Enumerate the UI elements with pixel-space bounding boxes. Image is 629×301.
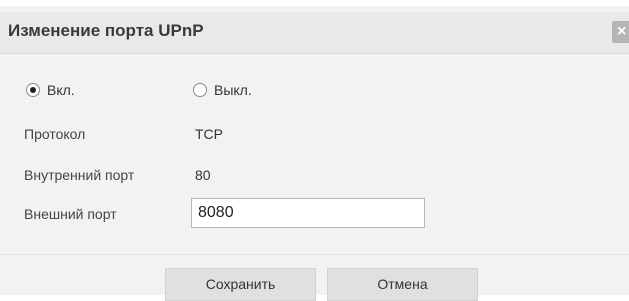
- radio-on[interactable]: Вкл.: [26, 82, 75, 98]
- upnp-port-dialog: Изменение порта UPnP × Вкл. Выкл. Проток…: [0, 0, 629, 301]
- radio-off[interactable]: Выкл.: [193, 82, 252, 98]
- external-port-input[interactable]: [191, 198, 425, 228]
- radio-on-indicator[interactable]: [26, 83, 40, 97]
- save-button[interactable]: Сохранить: [165, 268, 316, 301]
- close-icon: ×: [617, 23, 627, 40]
- radio-off-label: Выкл.: [214, 82, 252, 98]
- internal-port-label: Внутренний порт: [24, 167, 135, 183]
- dialog-titlebar: Изменение порта UPnP ×: [0, 12, 629, 54]
- radio-on-label: Вкл.: [47, 82, 75, 98]
- internal-port-value: 80: [195, 167, 211, 183]
- footer-divider: [0, 254, 629, 255]
- dialog-title: Изменение порта UPnP: [8, 21, 204, 40]
- close-button[interactable]: ×: [612, 21, 629, 43]
- external-port-label: Внешний порт: [24, 206, 117, 222]
- cancel-button[interactable]: Отмена: [327, 268, 478, 301]
- protocol-value: TCP: [195, 126, 223, 142]
- radio-off-indicator[interactable]: [193, 83, 207, 97]
- protocol-label: Протокол: [24, 126, 86, 142]
